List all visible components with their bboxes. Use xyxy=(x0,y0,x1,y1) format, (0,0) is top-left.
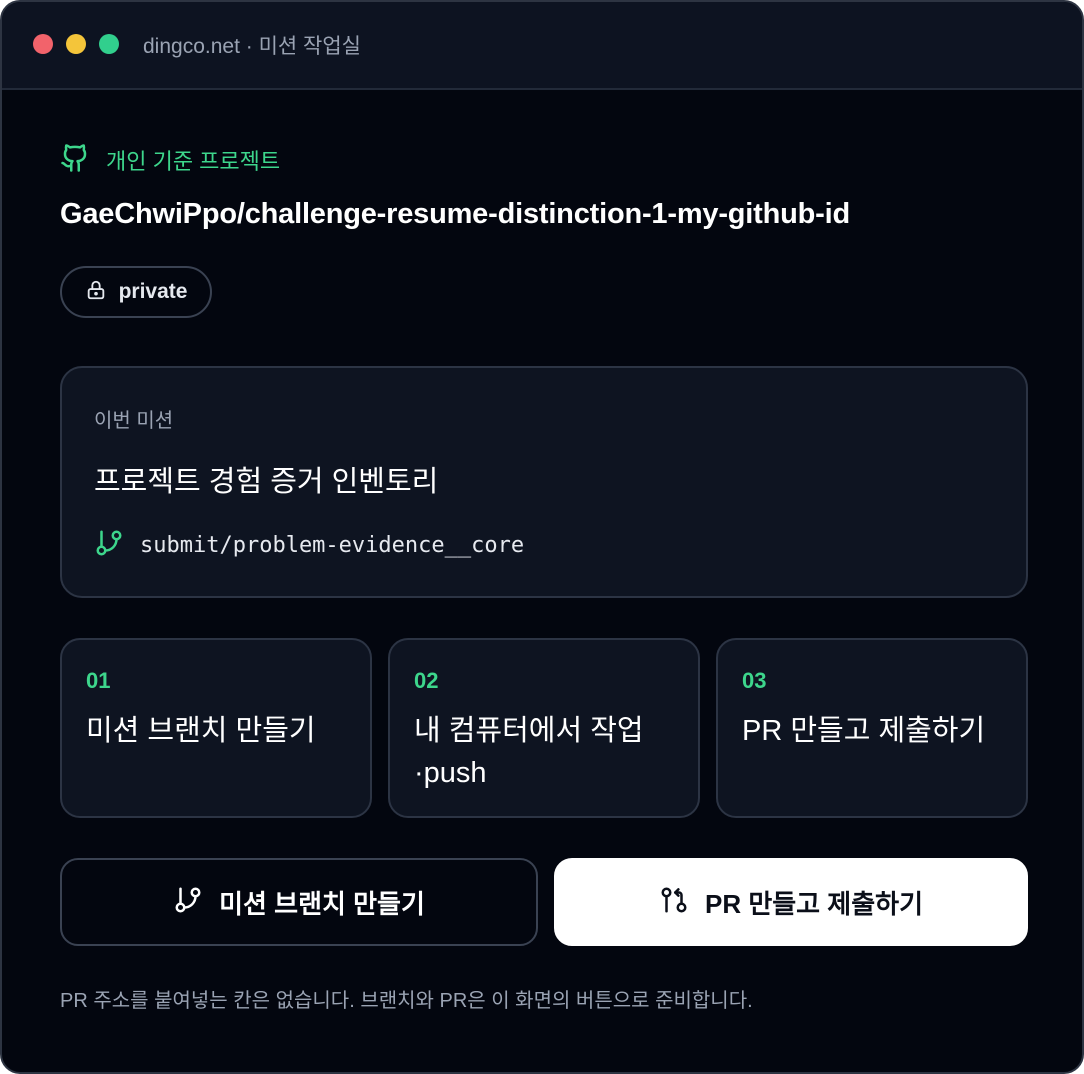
project-scope: 개인 기준 프로젝트 xyxy=(60,143,281,178)
step-number: 03 xyxy=(742,668,767,693)
close-window-button[interactable] xyxy=(33,34,53,54)
mission-branch: submit/problem-evidence__core xyxy=(94,528,524,562)
step-card-submit-pr: 03 PR 만들고 제출하기 xyxy=(716,638,1028,818)
minimize-window-button[interactable] xyxy=(66,34,86,54)
maximize-window-button[interactable] xyxy=(99,34,119,54)
create-branch-label: 미션 브랜치 만들기 xyxy=(219,888,425,919)
step-title: 내 컴퓨터에서 작업·push xyxy=(414,715,644,789)
mission-label: 이번 미션 xyxy=(94,410,174,432)
lock-icon xyxy=(85,279,107,306)
git-branch-icon xyxy=(173,885,203,920)
visibility-badge: private xyxy=(60,266,212,318)
app-window: dingco.net · 미션 작업실 개인 기준 프로젝트 GaeChwiPp… xyxy=(0,0,1084,1074)
branch-name: submit/problem-evidence__core xyxy=(140,532,525,558)
create-pr-label: PR 만들고 제출하기 xyxy=(704,888,923,919)
window-title: dingco.net · 미션 작업실 xyxy=(143,35,362,58)
step-number: 02 xyxy=(414,668,439,693)
window-titlebar: dingco.net · 미션 작업실 xyxy=(2,2,1082,90)
step-title: 미션 브랜치 만들기 xyxy=(86,715,316,747)
project-scope-label: 개인 기준 프로젝트 xyxy=(106,149,281,174)
step-number: 01 xyxy=(86,668,111,693)
create-pr-button[interactable]: PR 만들고 제출하기 xyxy=(554,858,1028,946)
footnote: PR 주소를 붙여넣는 칸은 없습니다. 브랜치와 PR은 이 화면의 버튼으로… xyxy=(60,990,753,1012)
current-mission-card: 이번 미션 프로젝트 경험 증거 인벤토리 submit/problem-evi… xyxy=(60,366,1028,598)
step-card-work-and-push: 02 내 컴퓨터에서 작업·push xyxy=(388,638,700,818)
step-title: PR 만들고 제출하기 xyxy=(742,715,986,747)
visibility-label: private xyxy=(118,280,188,303)
repository-name: GaeChwiPpo/challenge-resume-distinction-… xyxy=(60,198,850,230)
create-branch-button[interactable]: 미션 브랜치 만들기 xyxy=(60,858,538,946)
github-icon xyxy=(60,143,90,178)
step-card-create-branch: 01 미션 브랜치 만들기 xyxy=(60,638,372,818)
git-pull-request-icon xyxy=(659,885,689,920)
mission-title: 프로젝트 경험 증거 인벤토리 xyxy=(94,466,439,498)
git-branch-icon xyxy=(94,528,124,563)
